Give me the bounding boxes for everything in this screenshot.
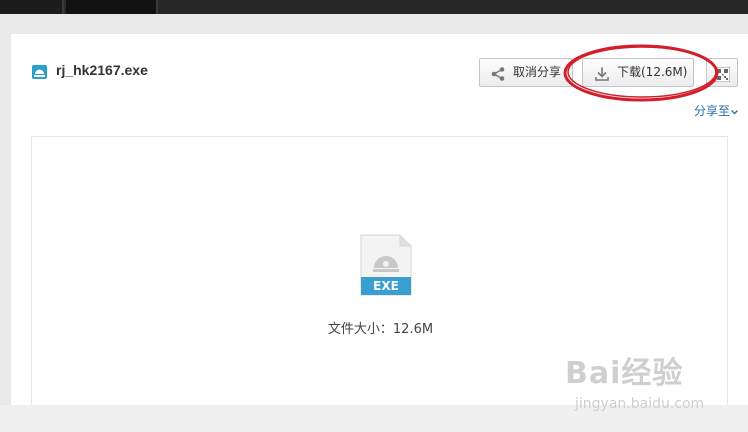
share-to-dropdown[interactable]: 分享至	[694, 102, 739, 119]
top-tab[interactable]	[0, 0, 64, 14]
exe-file-icon: EXE	[360, 234, 412, 301]
file-type-icon	[32, 65, 47, 79]
file-name: rj_hk2167.exe	[56, 62, 148, 78]
cancel-share-label: 取消分享	[513, 65, 562, 79]
top-bar	[0, 0, 748, 14]
share-to-label: 分享至	[694, 104, 731, 118]
file-size-text: 文件大小：12.6M	[327, 322, 434, 337]
chevron-down-icon	[730, 104, 739, 118]
cancel-share-button[interactable]: 取消分享	[479, 58, 573, 87]
top-bar-fill	[158, 0, 748, 14]
share-icon	[490, 65, 506, 92]
file-type-label: EXE	[373, 279, 399, 293]
watermark-brand: Bai经验	[565, 356, 684, 391]
top-tab[interactable]	[66, 0, 158, 14]
red-annotation-ellipse	[563, 44, 719, 102]
watermark-url: jingyan.baidu.com	[575, 396, 705, 412]
